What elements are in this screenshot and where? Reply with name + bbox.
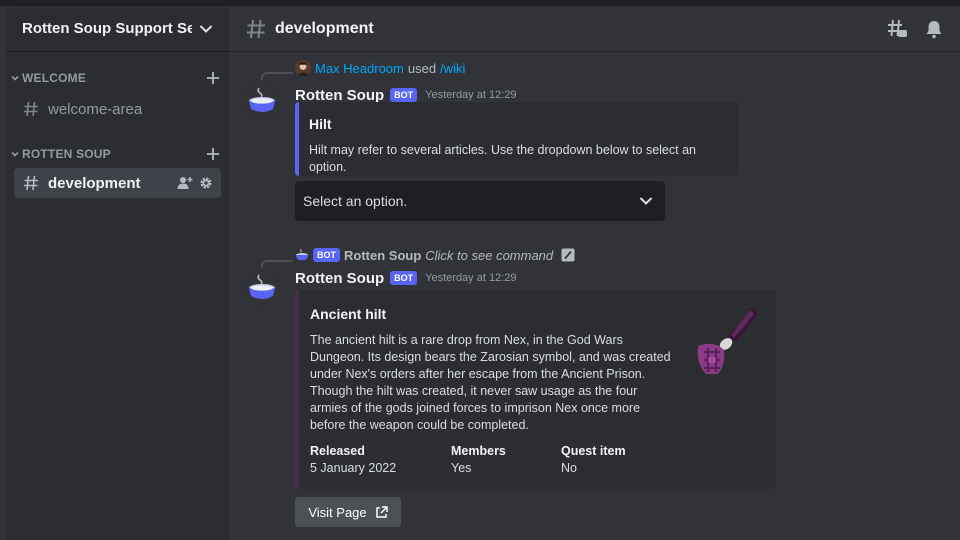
channel-label: development bbox=[48, 174, 141, 192]
server-name: Rotten Soup Support Se... bbox=[22, 20, 192, 37]
channel-header: development bbox=[229, 6, 960, 52]
reply-context[interactable]: Max Headroom used /wiki bbox=[295, 59, 465, 77]
hash-icon bbox=[24, 175, 38, 191]
channel-item-development[interactable]: development bbox=[14, 168, 221, 198]
button-label: Visit Page bbox=[308, 504, 367, 520]
message-timestamp: Yesterday at 12:29 bbox=[425, 89, 517, 101]
reply-connector bbox=[261, 72, 293, 80]
user-avatar bbox=[295, 60, 311, 76]
message-header: Rotten Soup BOT Yesterday at 12:29 bbox=[295, 268, 517, 288]
message-author[interactable]: Rotten Soup bbox=[295, 270, 384, 287]
bot-tag: BOT bbox=[313, 248, 340, 262]
option-select[interactable]: Select an option. bbox=[295, 181, 665, 221]
command-icon[interactable] bbox=[561, 248, 575, 262]
server-header[interactable]: Rotten Soup Support Se... bbox=[6, 6, 229, 52]
category-label: ROTTEN SOUP bbox=[22, 147, 111, 161]
chevron-down-icon[interactable] bbox=[199, 22, 213, 36]
hash-icon bbox=[24, 101, 38, 117]
bot-avatar[interactable] bbox=[245, 271, 279, 305]
bell-icon[interactable] bbox=[924, 19, 944, 39]
chevron-down-icon bbox=[11, 151, 19, 157]
reply-command[interactable]: Click to see command bbox=[425, 248, 553, 263]
embed-description: The ancient hilt is a rare drop from Nex… bbox=[310, 333, 671, 432]
external-link-icon bbox=[375, 505, 388, 518]
category-label: WELCOME bbox=[22, 71, 87, 85]
channel-sidebar: Rotten Soup Support Se... WELCOME welcom… bbox=[6, 6, 229, 540]
embed: Hilt Hilt may refer to several articles.… bbox=[295, 102, 739, 176]
field-name: Released bbox=[310, 444, 365, 458]
channel-label: welcome-area bbox=[48, 100, 143, 118]
field-name: Quest item bbox=[561, 444, 626, 458]
reply-context[interactable]: BOT Rotten Soup Click to see command bbox=[295, 246, 575, 264]
reply-username[interactable]: Max Headroom bbox=[315, 61, 404, 76]
reply-command[interactable]: /wiki bbox=[440, 61, 465, 76]
invite-member-icon[interactable] bbox=[177, 176, 193, 190]
add-channel-icon[interactable] bbox=[205, 146, 221, 162]
hash-icon bbox=[247, 19, 265, 38]
field-value: 5 January 2022 bbox=[310, 461, 397, 475]
channel-title: development bbox=[275, 19, 374, 37]
reply-username[interactable]: Rotten Soup bbox=[344, 248, 421, 263]
field-value: Yes bbox=[451, 461, 472, 475]
reply-used-text: used bbox=[407, 60, 437, 76]
reply-connector bbox=[261, 260, 293, 268]
embed-field: Members Yes bbox=[451, 444, 561, 475]
chevron-down-icon bbox=[11, 75, 19, 81]
field-value: No bbox=[561, 461, 577, 475]
gear-icon[interactable] bbox=[199, 176, 213, 190]
embed-field: Quest item No bbox=[561, 444, 671, 475]
select-placeholder: Select an option. bbox=[303, 193, 408, 209]
bot-tag: BOT bbox=[390, 271, 418, 285]
embed-description: Hilt may refer to several articles. Use … bbox=[309, 143, 696, 174]
embed-field: Released 5 January 2022 bbox=[310, 444, 451, 475]
chat-area: development Max Headroom used /wiki Rott… bbox=[229, 6, 960, 540]
ancient-hilt-thumbnail bbox=[697, 308, 758, 374]
message-author[interactable]: Rotten Soup bbox=[295, 87, 384, 104]
add-channel-icon[interactable] bbox=[205, 70, 221, 86]
bot-tag: BOT bbox=[390, 88, 418, 102]
embed-fields: Released 5 January 2022 Members Yes Ques… bbox=[310, 444, 764, 475]
visit-page-button[interactable]: Visit Page bbox=[295, 497, 401, 527]
category-welcome[interactable]: WELCOME bbox=[6, 68, 229, 88]
channel-item-welcome-area[interactable]: welcome-area bbox=[14, 94, 221, 124]
embed-title: Hilt bbox=[309, 116, 332, 132]
bot-avatar-small bbox=[296, 248, 308, 261]
threads-icon[interactable] bbox=[886, 18, 908, 40]
field-name: Members bbox=[451, 444, 506, 458]
embed: Ancient hilt The ancient hilt is a rare … bbox=[295, 290, 776, 489]
message-timestamp: Yesterday at 12:29 bbox=[425, 272, 517, 284]
category-rotten-soup[interactable]: ROTTEN SOUP bbox=[6, 144, 229, 164]
bot-avatar[interactable] bbox=[245, 84, 279, 118]
chevron-down-icon bbox=[640, 197, 652, 205]
